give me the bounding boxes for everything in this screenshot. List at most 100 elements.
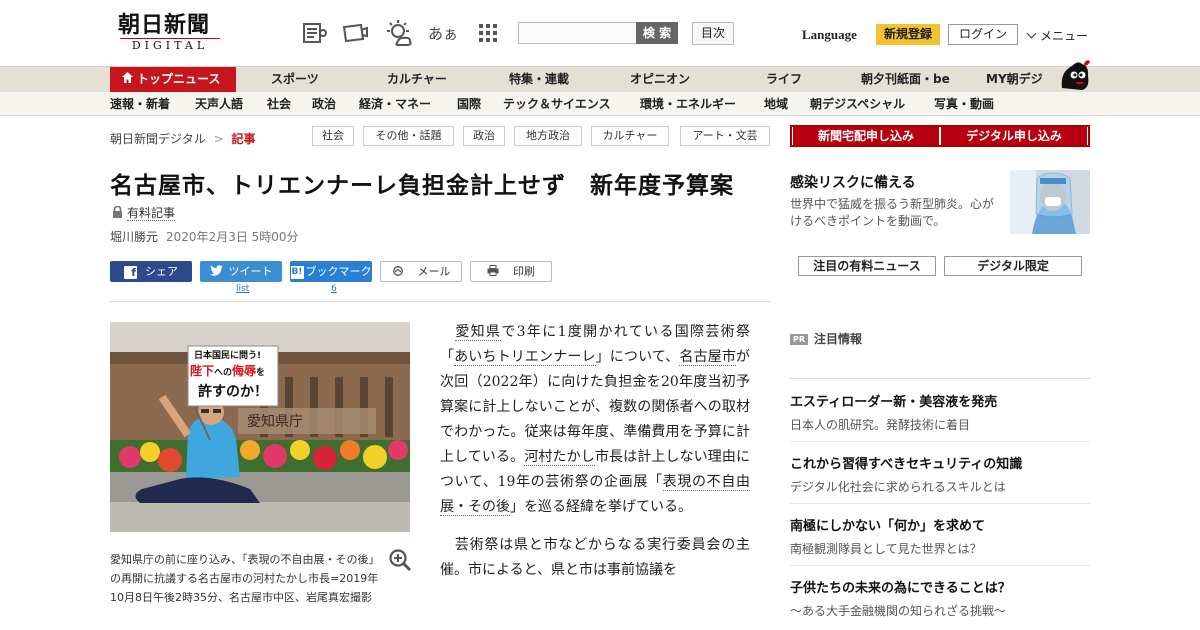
sign-text-line2d: を (256, 367, 265, 378)
tag-local-politics[interactable]: 地方政治 (514, 126, 582, 146)
pr-item-headline[interactable]: これから習得すべきセキュリティの知識 (790, 456, 1090, 474)
subnav-environment[interactable]: 環境・エネルギー (640, 92, 736, 116)
menu-button[interactable]: メニュー (1026, 27, 1088, 44)
search-input[interactable] (518, 22, 636, 44)
subscribe-box: 新聞宅配申し込み デジタル申し込み (790, 125, 1090, 147)
pr-item-headline[interactable]: 子供たちの未来の為にできることは？ (790, 580, 1090, 598)
breadcrumb-separator: > (213, 132, 224, 146)
topic-link-aichi[interactable]: 愛知県 (455, 324, 502, 341)
tag-other-topics[interactable]: その他・話題 (363, 126, 454, 146)
print-button[interactable]: 印刷 (470, 261, 552, 282)
nav-sports[interactable]: スポーツ (271, 67, 319, 92)
font-size-icon[interactable]: あぁ (428, 18, 458, 48)
mascot-icon[interactable] (1056, 58, 1092, 92)
article-photo[interactable]: 愛知県庁 日本国民に問う! 陛下への侮辱を 許すのか！ (110, 322, 410, 532)
publish-date: 2020年2月3日 5時00分 (166, 230, 299, 244)
tab-digital-only[interactable]: デジタル限定 (944, 256, 1082, 276)
pr-item[interactable]: 南極にしかない「何か」を求めて 南極観測隊員として見た世界とは？ (790, 518, 1090, 566)
zoom-icon[interactable] (388, 548, 412, 572)
nav-my-asadigi[interactable]: MY朝デジ (986, 67, 1043, 92)
sign-text-line2b: への (214, 367, 232, 378)
breadcrumb-current: 記事 (231, 132, 256, 146)
promo-title[interactable]: 感染リスクに備える (790, 172, 916, 192)
subnav-international[interactable]: 国際 (457, 92, 481, 116)
hatena-icon: B! (290, 265, 304, 279)
pr-header: PR 注目情報 (790, 330, 862, 347)
twitter-share-button[interactable]: ツイート (200, 261, 282, 282)
mail-button[interactable]: メール (380, 261, 462, 282)
twitter-share-label: ツイート (228, 265, 273, 278)
subscribe-paper-button[interactable]: 新聞宅配申し込み (793, 127, 939, 145)
subnav-special[interactable]: 朝デジスペシャル (810, 92, 905, 116)
building-sign-text: 愛知県庁 (247, 413, 303, 430)
twitter-icon (209, 262, 223, 283)
nav-top-news-label: トップニュース (137, 72, 221, 86)
nav-life[interactable]: ライフ (766, 67, 802, 92)
paid-article-label[interactable]: 有料記事 (112, 204, 176, 221)
newspaper-icon[interactable] (300, 18, 330, 48)
nav-culture[interactable]: カルチャー (387, 67, 447, 92)
weather-icon[interactable] (384, 18, 414, 48)
subnav-tech-science[interactable]: テック＆サイエンス (503, 92, 611, 116)
subnav-tenseijingo[interactable]: 天声人語 (195, 92, 243, 116)
subscribe-digital-button[interactable]: デジタル申し込み (941, 127, 1087, 145)
mail-label: メール (417, 265, 451, 278)
nav-papers[interactable]: 朝夕刊紙面・be (861, 67, 950, 92)
hatena-bookmark-button[interactable]: B! ブックマーク (290, 261, 372, 282)
register-button[interactable]: 新規登録 (876, 24, 940, 45)
author-name: 堀川勝元 (110, 230, 159, 244)
pr-item-headline[interactable]: 南極にしかない「何か」を求めて (790, 518, 1090, 536)
main-nav: トップニュース スポーツ カルチャー 特集・連載 オピニオン ライフ 朝夕刊紙面… (0, 66, 1200, 92)
nav-opinion[interactable]: オピニオン (630, 67, 690, 92)
photo-caption: 愛知県庁の前に座り込み、「表現の不自由展・その後」の再開に抗議する名古屋市の河村… (110, 553, 380, 604)
pr-item[interactable]: エスティローダー新・美容液を発売 日本人の肌研究。発酵技術に着目 (790, 394, 1090, 442)
site-logo[interactable]: 朝日新聞 DIGITAL (118, 12, 228, 54)
subnav-photo-video[interactable]: 写真・動画 (934, 92, 994, 116)
chevron-down-icon (1026, 28, 1037, 39)
divider (790, 441, 1090, 442)
pr-item[interactable]: 子供たちの未来の為にできることは？ ～ある大手金融機関の知られざる挑戦～ (790, 580, 1090, 620)
video-icon[interactable] (340, 18, 370, 48)
hatena-bookmark-count[interactable]: 6 (331, 284, 337, 294)
mail-icon (392, 263, 404, 282)
toc-button[interactable]: 目次 (692, 22, 734, 45)
promo-image[interactable] (1010, 170, 1090, 234)
language-link[interactable]: Language (802, 27, 857, 43)
subnav-region[interactable]: 地域 (764, 92, 788, 116)
body-text: 」を巡る経緯を挙げている。 (510, 499, 692, 515)
subnav-economy[interactable]: 経済・マネー (359, 92, 431, 116)
tag-art-literature[interactable]: アート・文芸 (680, 126, 770, 146)
site-header: 朝日新聞 DIGITAL あぁ 検 索 目次 Language 新規登録 ログイ… (0, 0, 1200, 66)
hatena-bookmark-label: ブックマーク (305, 265, 372, 278)
topic-link-triennale[interactable]: あいちトリエンナーレ (454, 349, 596, 366)
divider (110, 301, 770, 302)
article-body: 愛知県で3年に1度開かれている国際芸術祭「あいちトリエンナーレ」について、名古屋… (440, 320, 750, 596)
tag-culture[interactable]: カルチャー (591, 126, 669, 146)
twitter-share-count[interactable]: list (236, 284, 249, 294)
breadcrumb-home[interactable]: 朝日新聞デジタル (110, 132, 206, 146)
nav-top-news[interactable]: トップニュース (110, 67, 236, 92)
sign-text-line2c: 侮辱 (232, 363, 256, 378)
search-button[interactable]: 検 索 (636, 22, 678, 44)
nav-features[interactable]: 特集・連載 (509, 67, 569, 92)
topic-link-nagoya[interactable]: 名古屋市 (679, 349, 737, 366)
login-button[interactable]: ログイン (948, 24, 1018, 45)
facebook-share-label: シェア (145, 265, 178, 278)
subnav-society[interactable]: 社会 (267, 92, 291, 116)
subnav-politics[interactable]: 政治 (312, 92, 336, 116)
body-text: が次回（2022年）に向けた負担金を20年度当初予算案に計上しないことが、複数の… (440, 349, 751, 465)
facebook-icon: f (124, 265, 137, 279)
tab-paid-news[interactable]: 注目の有料ニュース (798, 256, 936, 276)
logo-jp: 朝日新聞 (118, 12, 211, 38)
topic-link-kawamura[interactable]: 河村たかし (524, 449, 595, 466)
sign-text-line1: 日本国民に問う! (194, 349, 261, 361)
tag-politics[interactable]: 政治 (463, 126, 505, 146)
apps-grid-icon[interactable] (473, 18, 503, 48)
tag-society[interactable]: 社会 (312, 126, 354, 146)
print-icon (487, 263, 499, 282)
pr-item[interactable]: これから習得すべきセキュリティの知識 デジタル化社会に求められるスキルとは (790, 456, 1090, 504)
subnav-breaking[interactable]: 速報・新着 (110, 92, 170, 116)
facebook-share-button[interactable]: f シェア (110, 261, 192, 282)
pr-item-headline[interactable]: エスティローダー新・美容液を発売 (790, 394, 1090, 412)
pr-item-desc: デジタル化社会に求められるスキルとは (790, 480, 1006, 494)
